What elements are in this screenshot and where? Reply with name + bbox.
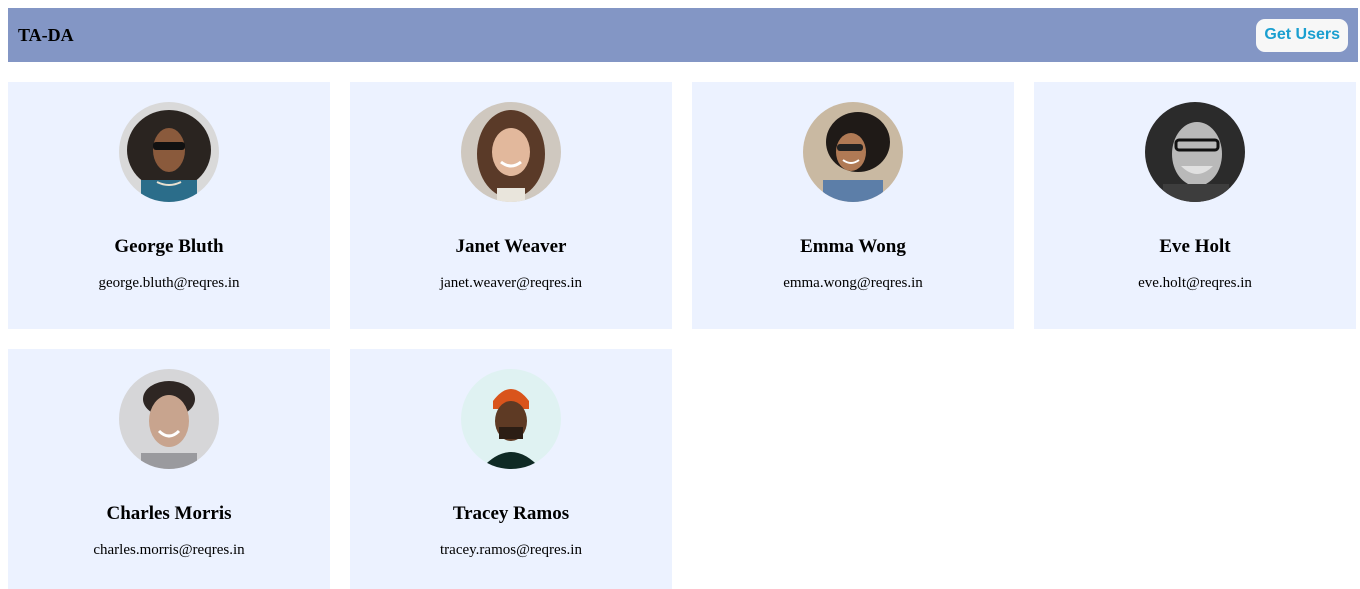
- user-email: janet.weaver@reqres.in: [439, 275, 583, 291]
- user-name: George Bluth: [114, 236, 224, 257]
- user-name: Emma Wong: [800, 236, 906, 257]
- user-card: Janet Weaver janet.weaver@reqres.in: [350, 82, 672, 329]
- user-email: tracey.ramos@reqres.in: [440, 542, 582, 558]
- user-card: George Bluth george.bluth@reqres.in: [8, 82, 330, 329]
- user-email: george.bluth@reqres.in: [98, 275, 240, 291]
- user-name: Tracey Ramos: [452, 503, 570, 524]
- user-name: Eve Holt: [1159, 236, 1231, 257]
- avatar: [461, 102, 561, 202]
- user-name: Janet Weaver: [455, 236, 567, 257]
- user-card: Charles Morris charles.morris@reqres.in: [8, 349, 330, 589]
- user-name: Charles Morris: [106, 503, 232, 524]
- avatar: [461, 369, 561, 469]
- get-users-button[interactable]: Get Users: [1256, 18, 1348, 52]
- avatar: [1145, 102, 1245, 202]
- avatar: [119, 102, 219, 202]
- avatar: [803, 102, 903, 202]
- avatar: [119, 369, 219, 469]
- user-card: Eve Holt eve.holt@reqres.in: [1034, 82, 1356, 329]
- user-grid: George Bluth george.bluth@reqres.in Jane…: [8, 82, 1358, 589]
- user-card: Tracey Ramos tracey.ramos@reqres.in: [350, 349, 672, 589]
- user-card: Emma Wong emma.wong@reqres.in: [692, 82, 1014, 329]
- navbar: TA-DA Get Users: [8, 8, 1358, 62]
- user-email: emma.wong@reqres.in: [783, 275, 923, 291]
- user-email: eve.holt@reqres.in: [1138, 275, 1252, 291]
- brand-title: TA-DA: [18, 24, 74, 45]
- user-email: charles.morris@reqres.in: [93, 542, 245, 558]
